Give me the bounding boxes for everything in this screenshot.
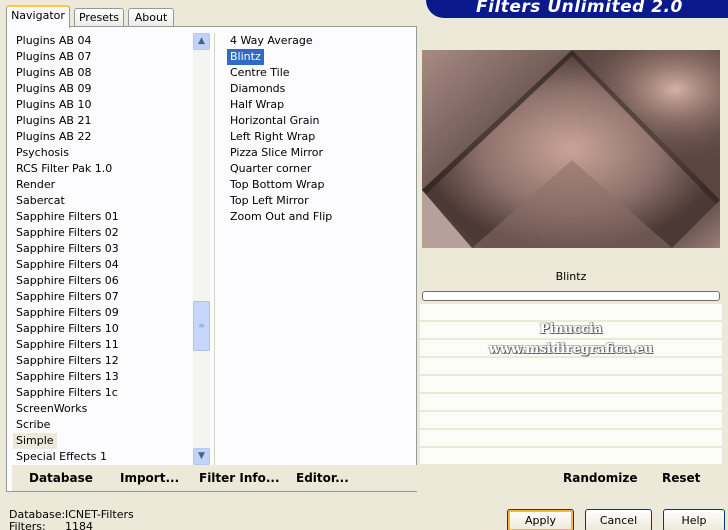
app-title: Filters Unlimited 2.0 — [476, 0, 683, 17]
parameters-panel: Blintz Pinuccia www.msidiregrafica.eu — [420, 266, 722, 465]
category-item[interactable]: Sapphire Filters 13 — [13, 369, 195, 385]
parameter-row — [420, 304, 722, 321]
category-list[interactable]: Plugins AB 04 Plugins AB 07 Plugins AB 0… — [13, 33, 195, 465]
category-scrollbar[interactable]: ▲ ≡ ▼ — [193, 33, 210, 465]
category-item[interactable]: Sabercat — [13, 193, 195, 209]
category-item[interactable]: Scribe — [13, 417, 195, 433]
import-button[interactable]: Import... — [120, 471, 179, 485]
watermark-url: www.msidiregrafica.eu — [488, 342, 654, 357]
filter-item-selected[interactable]: Blintz — [227, 49, 264, 65]
navigator-toolbar: Database Import... Filter Info... Editor… — [12, 465, 417, 491]
parameter-row — [420, 358, 722, 375]
category-item[interactable]: Plugins AB 22 — [13, 129, 195, 145]
database-button[interactable]: Database — [29, 471, 93, 485]
filter-item[interactable]: Top Bottom Wrap — [227, 177, 407, 193]
filter-item[interactable]: Zoom Out and Flip — [227, 209, 407, 225]
category-item[interactable]: Sapphire Filters 02 — [13, 225, 195, 241]
category-item[interactable]: Special Effects 1 — [13, 449, 195, 465]
category-item[interactable]: ScreenWorks — [13, 401, 195, 417]
parameter-row — [420, 394, 722, 411]
category-item[interactable]: Sapphire Filters 1c — [13, 385, 195, 401]
category-item[interactable]: Plugins AB 07 — [13, 49, 195, 65]
category-item[interactable]: Sapphire Filters 03 — [13, 241, 195, 257]
category-item[interactable]: Plugins AB 10 — [13, 97, 195, 113]
navigator-panel: Plugins AB 04 Plugins AB 07 Plugins AB 0… — [6, 26, 417, 492]
category-item[interactable]: Sapphire Filters 07 — [13, 289, 195, 305]
filter-info-button[interactable]: Filter Info... — [199, 471, 280, 485]
filter-item[interactable]: 4 Way Average — [227, 33, 407, 49]
category-item[interactable]: Sapphire Filters 12 — [13, 353, 195, 369]
category-item[interactable]: Plugins AB 04 — [13, 33, 195, 49]
filter-item[interactable]: Diamonds — [227, 81, 407, 97]
editor-button[interactable]: Editor... — [296, 471, 349, 485]
preview-image — [422, 50, 720, 248]
category-item[interactable]: Sapphire Filters 10 — [13, 321, 195, 337]
watermark-name: Pinuccia — [539, 322, 603, 337]
cancel-button[interactable]: Cancel — [585, 509, 652, 530]
filter-item[interactable]: Left Right Wrap — [227, 129, 407, 145]
scroll-up-icon[interactable]: ▲ — [193, 33, 210, 50]
parameter-row — [420, 376, 722, 393]
tab-presets[interactable]: Presets — [74, 8, 124, 27]
preview-toolbar: Randomize Reset — [422, 465, 722, 491]
progress-bar — [422, 291, 720, 301]
category-item[interactable]: Plugins AB 08 — [13, 65, 195, 81]
list-divider — [214, 33, 215, 465]
tab-about[interactable]: About — [128, 8, 174, 27]
category-item[interactable]: Sapphire Filters 04 — [13, 257, 195, 273]
selected-filter-name: Blintz — [420, 266, 722, 288]
category-item[interactable]: Sapphire Filters 11 — [13, 337, 195, 353]
category-item[interactable]: Sapphire Filters 01 — [13, 209, 195, 225]
category-item[interactable]: Render — [13, 177, 195, 193]
filter-item[interactable]: Top Left Mirror — [227, 193, 407, 209]
filter-preview — [422, 50, 720, 248]
filter-item[interactable]: Pizza Slice Mirror — [227, 145, 407, 161]
category-item[interactable]: Sapphire Filters 09 — [13, 305, 195, 321]
filter-item[interactable]: Half Wrap — [227, 97, 407, 113]
parameter-row — [420, 448, 722, 465]
parameter-row — [420, 430, 722, 447]
category-item[interactable]: Psychosis — [13, 145, 195, 161]
help-button[interactable]: Help — [663, 509, 725, 530]
randomize-button[interactable]: Randomize — [563, 471, 637, 485]
filter-item[interactable]: Quarter corner — [227, 161, 407, 177]
apply-button[interactable]: Apply — [507, 509, 574, 530]
category-item[interactable]: Plugins AB 21 — [13, 113, 195, 129]
app-banner: Filters Unlimited 2.0 — [426, 0, 728, 18]
filters-label: Filters: — [9, 520, 46, 530]
category-item[interactable]: Sapphire Filters 06 — [13, 273, 195, 289]
filter-list[interactable]: 4 Way Average Blintz Centre Tile Diamond… — [227, 33, 407, 225]
tab-navigator[interactable]: Navigator — [6, 5, 70, 28]
parameter-row — [420, 412, 722, 429]
filters-value: 1184 — [65, 520, 93, 530]
category-item-selected[interactable]: Simple — [13, 433, 57, 449]
scroll-down-icon[interactable]: ▼ — [193, 448, 210, 465]
category-item[interactable]: RCS Filter Pak 1.0 — [13, 161, 195, 177]
scroll-thumb[interactable]: ≡ — [193, 300, 210, 351]
category-item[interactable]: Plugins AB 09 — [13, 81, 195, 97]
filter-item[interactable]: Centre Tile — [227, 65, 407, 81]
reset-button[interactable]: Reset — [662, 471, 700, 485]
filter-item[interactable]: Horizontal Grain — [227, 113, 407, 129]
